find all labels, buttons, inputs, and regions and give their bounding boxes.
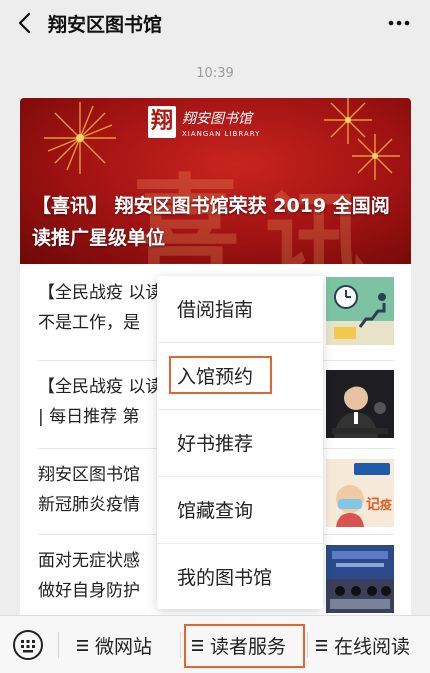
article-thumbnail-1 [326, 277, 394, 345]
back-arrow-icon[interactable] [14, 11, 38, 35]
top-bar: 翔安区图书馆 [0, 0, 430, 46]
tab-label: 微网站 [95, 636, 153, 658]
library-logo: 翔 翔安图书馆 XIANGAN LIBRARY [148, 104, 278, 148]
hero-title: 【喜讯】 翔安区图书馆荣获 2019 全国阅读推广星级单位 [32, 195, 390, 249]
tab-online-reading[interactable]: 在线阅读 [308, 616, 430, 673]
svg-text:疫: 疫 [380, 497, 392, 512]
article-thumbnail-3: 记 疫 [326, 459, 394, 527]
tab-label: 在线阅读 [334, 636, 411, 658]
menu-item-label: 借阅指南 [177, 299, 254, 321]
bottom-menu-bar: 微网站 读者服务 在线阅读 [0, 615, 430, 673]
menu-item-my-library[interactable]: 我的图书馆 [157, 544, 323, 610]
menu-item-label: 馆藏查询 [177, 500, 254, 522]
menu-item-label: 我的图书馆 [177, 567, 273, 589]
keyboard-icon[interactable] [12, 629, 44, 661]
more-options-icon[interactable] [386, 12, 412, 34]
logo-mark: 翔 [148, 106, 176, 138]
menu-item-book-recommendation[interactable]: 好书推荐 [157, 410, 323, 476]
logo-subtext: XIANGAN LIBRARY [182, 130, 261, 138]
menu-lines-icon [77, 640, 88, 651]
tab-micro-website[interactable]: 微网站 [59, 616, 180, 673]
menu-item-label: 入馆预约 [177, 366, 254, 388]
menu-lines-icon [316, 640, 327, 651]
message-timestamp: 10:39 [196, 66, 234, 81]
article-thumbnail-2 [326, 370, 394, 438]
menu-item-entry-reservation[interactable]: 入馆预约 [157, 343, 323, 409]
menu-item-label: 好书推荐 [177, 433, 254, 455]
reader-service-menu: 借阅指南 入馆预约 好书推荐 馆藏查询 我的图书馆 [157, 276, 323, 609]
menu-item-catalog-search[interactable]: 馆藏查询 [157, 477, 323, 543]
article-thumbnail-4 [326, 545, 394, 613]
menu-item-borrowing-guide[interactable]: 借阅指南 [157, 276, 323, 342]
svg-text:记: 记 [366, 497, 380, 513]
page-title: 翔安区图书馆 [48, 14, 163, 36]
logo-text: 翔安图书馆 [182, 111, 252, 127]
hero-article[interactable]: 喜 讯 翔 翔安图书馆 XIANGAN LIBRARY 【喜讯】 翔安区图书馆荣… [20, 98, 411, 264]
tab-selection-highlight [184, 624, 305, 668]
